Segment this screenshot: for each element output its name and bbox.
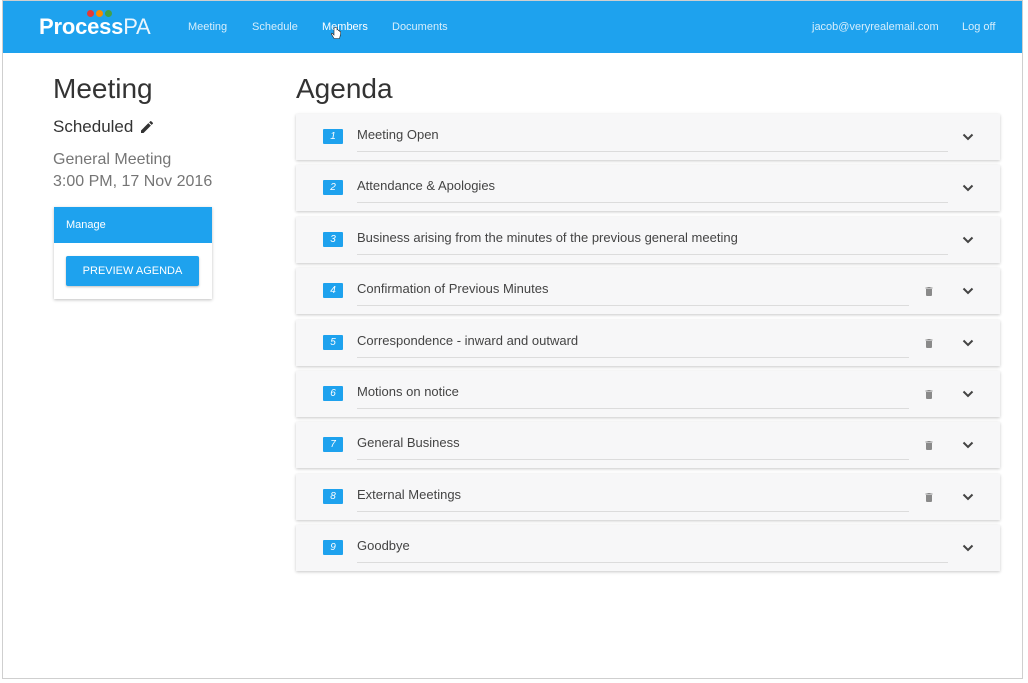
agenda-item-label[interactable]: Goodbye <box>357 538 410 553</box>
agenda-item-label[interactable]: General Business <box>357 435 460 450</box>
agenda-item-underline <box>357 459 909 461</box>
agenda-item-underline <box>357 356 909 358</box>
trash-icon[interactable] <box>923 337 935 350</box>
agenda-item[interactable]: 6 Motions on notice <box>296 370 1000 417</box>
nav-link-documents[interactable]: Documents <box>392 1 448 53</box>
agenda-item-number-badge: 6 <box>323 385 343 401</box>
chevron-down-icon[interactable] <box>962 132 974 142</box>
nav-link-meeting[interactable]: Meeting <box>188 1 227 53</box>
agenda-item-underline <box>357 151 948 152</box>
agenda-item-label[interactable]: Meeting Open <box>357 127 439 142</box>
logoff-link[interactable]: Log off <box>962 1 995 53</box>
agenda-item[interactable]: 5 Correspondence - inward and outward <box>296 319 1000 366</box>
chevron-down-icon[interactable] <box>962 543 974 553</box>
chevron-down-icon[interactable] <box>962 338 974 348</box>
agenda-heading: Agenda <box>296 73 393 104</box>
logo-dot-green <box>105 10 112 17</box>
agenda-item[interactable]: 8 External Meetings <box>296 473 1000 520</box>
agenda-item[interactable]: 9 Goodbye <box>296 525 1000 572</box>
trash-icon[interactable] <box>923 285 935 298</box>
agenda-item[interactable]: 4 Confirmation of Previous Minutes <box>296 268 1000 315</box>
meeting-datetime: 3:00 PM, 17 Nov 2016 <box>53 173 213 190</box>
agenda-item-label[interactable]: External Meetings <box>357 487 461 502</box>
chevron-down-icon[interactable] <box>962 492 974 502</box>
agenda-item-number-badge: 7 <box>323 437 343 453</box>
hand-cursor-icon <box>331 27 341 39</box>
app-window: ProcessPA Meeting Schedule Members Docum… <box>2 0 1023 679</box>
agenda-item[interactable]: 3 Business arising from the minutes of th… <box>296 216 1000 263</box>
logo-dot-red <box>87 10 94 17</box>
logo-dots <box>87 10 117 18</box>
agenda-item-number-badge: 5 <box>323 334 343 350</box>
agenda-item-underline <box>357 305 909 307</box>
manage-card-header: Manage <box>54 207 212 243</box>
preview-agenda-button[interactable]: PREVIEW AGENDA <box>66 256 199 286</box>
processpa-logo[interactable]: ProcessPA <box>39 10 151 42</box>
agenda-item[interactable]: 7 General Business <box>296 422 1000 469</box>
agenda-item-number-badge: 1 <box>323 129 343 144</box>
nav-link-members[interactable]: Members <box>322 1 368 53</box>
agenda-item-underline <box>357 562 948 564</box>
chevron-down-icon[interactable] <box>962 389 974 399</box>
agenda-item-number-badge: 3 <box>323 231 343 247</box>
agenda-item-underline <box>357 202 948 204</box>
agenda-item-underline <box>357 510 909 512</box>
agenda-item-number-badge: 4 <box>323 283 343 299</box>
logo-text-pa: PA <box>123 14 151 39</box>
agenda-item-label[interactable]: Confirmation of Previous Minutes <box>357 281 548 296</box>
trash-icon[interactable] <box>923 439 935 452</box>
user-email[interactable]: jacob@veryrealemail.com <box>812 1 939 53</box>
meeting-heading: Meeting <box>53 73 153 104</box>
meeting-type: General Meeting <box>53 151 172 168</box>
trash-icon[interactable] <box>923 388 935 401</box>
logo-dot-orange <box>96 10 103 17</box>
agenda-item-underline <box>357 253 948 255</box>
manage-card: Manage PREVIEW AGENDA <box>54 207 212 299</box>
chevron-down-icon[interactable] <box>962 286 974 296</box>
agenda-item[interactable]: 1 Meeting Open <box>296 114 1000 160</box>
agenda-item-label[interactable]: Attendance & Apologies <box>357 178 495 193</box>
pencil-icon[interactable] <box>139 119 155 135</box>
agenda-list: 1 Meeting Open 2 Attendance & Apologies 3 Bus… <box>296 114 1000 577</box>
trash-icon[interactable] <box>923 491 935 504</box>
agenda-item-label[interactable]: Correspondence - inward and outward <box>357 333 578 348</box>
agenda-item-number-badge: 8 <box>323 488 343 504</box>
top-navigation-bar: ProcessPA Meeting Schedule Members Docum… <box>3 1 1022 53</box>
nav-link-schedule[interactable]: Schedule <box>252 1 298 53</box>
agenda-item-number-badge: 2 <box>323 180 343 196</box>
agenda-item-underline <box>357 407 909 409</box>
agenda-item-label[interactable]: Business arising from the minutes of the… <box>357 230 738 245</box>
meeting-status: Scheduled <box>53 117 134 136</box>
meeting-summary: Meeting Scheduled General Meeting 3:00 P… <box>53 73 213 193</box>
chevron-down-icon[interactable] <box>962 440 974 450</box>
meeting-status-row: Scheduled <box>53 117 213 137</box>
agenda-item[interactable]: 2 Attendance & Apologies <box>296 165 1000 212</box>
chevron-down-icon[interactable] <box>962 183 974 193</box>
agenda-item-number-badge: 9 <box>323 540 343 556</box>
chevron-down-icon[interactable] <box>962 235 974 245</box>
meeting-details: General Meeting 3:00 PM, 17 Nov 2016 <box>53 149 213 193</box>
agenda-item-label[interactable]: Motions on notice <box>357 384 459 399</box>
